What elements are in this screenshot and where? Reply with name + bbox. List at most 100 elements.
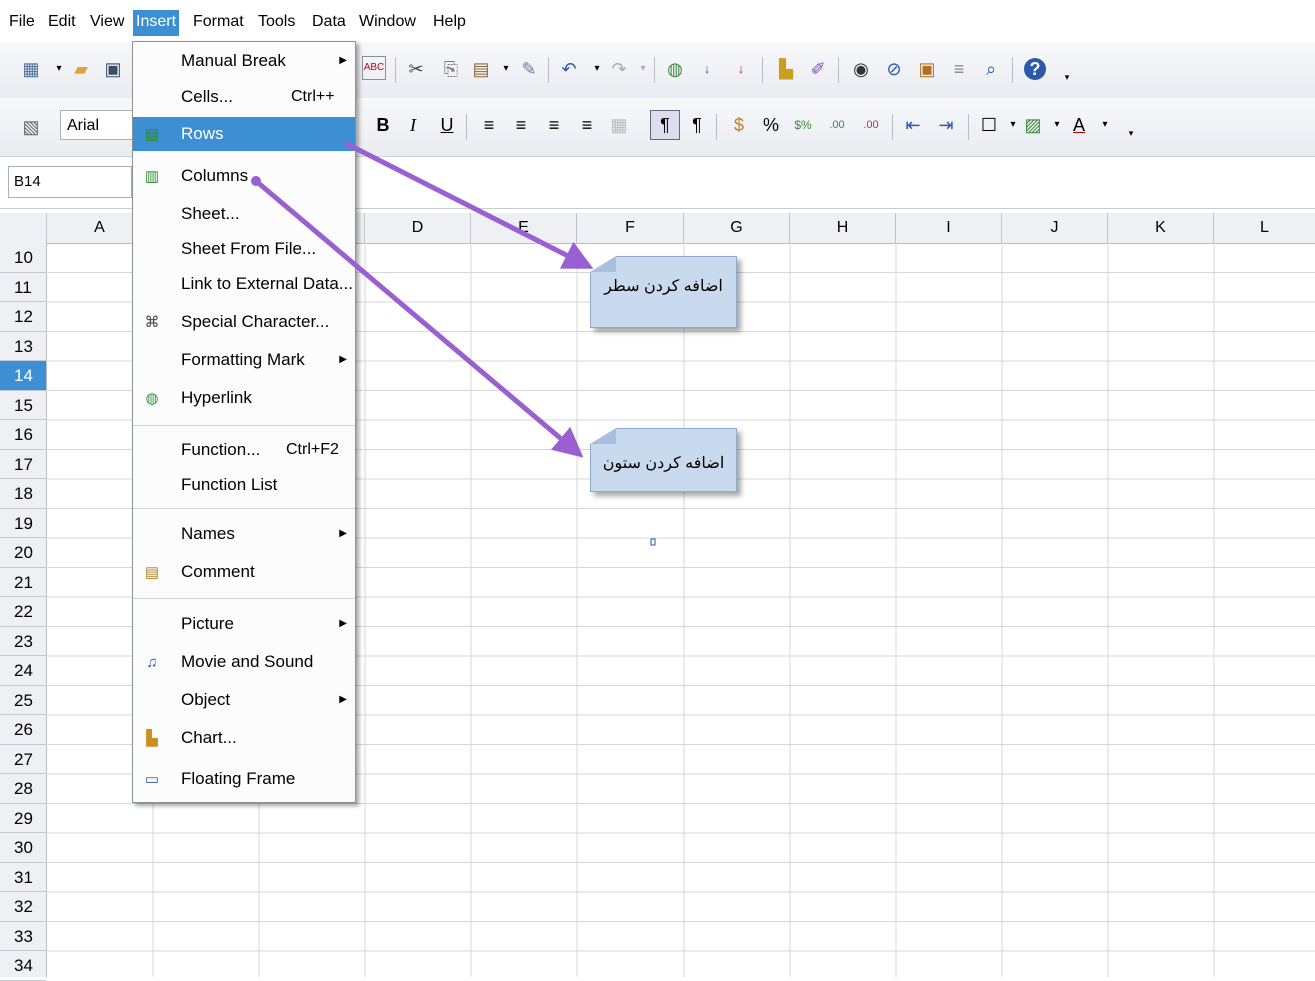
redo-dropdown-icon[interactable]: ▾	[632, 58, 654, 80]
row-header[interactable]: 29	[0, 804, 46, 833]
menu-item-sheet[interactable]: Sheet...	[133, 197, 355, 231]
background-color-dropdown-icon[interactable]: ▾	[1046, 114, 1068, 136]
menu-item-rows[interactable]: ▤ Rows	[133, 117, 355, 151]
font-color-dropdown-icon[interactable]: ▾	[1094, 114, 1116, 136]
percent-format-icon[interactable]: %	[760, 114, 782, 136]
copy-icon[interactable]: ⎘	[440, 58, 462, 80]
standard-format-icon[interactable]: $%	[792, 114, 814, 136]
background-color-icon[interactable]: ▨	[1022, 114, 1044, 136]
hyperlink-icon[interactable]: ◍	[664, 58, 686, 80]
navigator-icon[interactable]: ⊘	[883, 58, 905, 80]
redo-icon[interactable]: ↷	[608, 58, 630, 80]
gallery-icon[interactable]: ▣	[916, 58, 938, 80]
borders-dropdown-icon[interactable]: ▾	[1002, 114, 1024, 136]
menu-item-chart[interactable]: ▙ Chart...	[133, 721, 355, 755]
menu-edit[interactable]: Edit	[45, 10, 79, 36]
right-to-left-icon[interactable]: ¶	[686, 114, 708, 136]
left-to-right-icon[interactable]: ¶	[650, 110, 680, 140]
menu-data[interactable]: Data	[309, 10, 349, 36]
row-header[interactable]: 27	[0, 745, 46, 774]
data-sources-icon[interactable]: ≡	[948, 58, 970, 80]
menu-tools[interactable]: Tools	[255, 10, 298, 36]
column-header[interactable]: G	[684, 213, 790, 243]
menu-window[interactable]: Window	[356, 10, 419, 36]
menu-insert[interactable]: Insert	[133, 10, 180, 36]
column-header[interactable]: D	[365, 213, 471, 243]
menu-item-names[interactable]: Names ▶	[133, 517, 355, 551]
paste-icon[interactable]: ▤	[470, 58, 492, 80]
justify-icon[interactable]: ≡	[576, 114, 598, 136]
font-color-icon[interactable]: A	[1068, 114, 1090, 136]
underline-icon[interactable]: U	[436, 114, 458, 136]
row-header[interactable]: 16	[0, 420, 46, 450]
menu-item-hyperlink[interactable]: ◍ Hyperlink	[133, 381, 355, 415]
increase-indent-icon[interactable]: ⇥	[935, 114, 957, 136]
undo-dropdown-icon[interactable]: ▾	[586, 58, 608, 80]
row-header[interactable]: 33	[0, 922, 46, 951]
row-header[interactable]: 15	[0, 391, 46, 420]
zoom-icon[interactable]: ⌕	[980, 58, 1002, 80]
row-header[interactable]: 28	[0, 774, 46, 804]
menu-file[interactable]: File	[6, 10, 38, 36]
name-box[interactable]: B14	[8, 166, 132, 198]
row-header-active[interactable]: 14	[0, 361, 46, 391]
menu-item-object[interactable]: Object ▶	[133, 683, 355, 717]
menu-item-special-character[interactable]: ⌘ Special Character...	[133, 305, 355, 339]
bold-icon[interactable]: B	[372, 114, 394, 136]
menu-item-link-external-data[interactable]: Link to External Data...	[133, 267, 355, 301]
row-header[interactable]: 32	[0, 892, 46, 922]
font-name-box[interactable]: Arial	[60, 110, 135, 140]
menu-item-floating-frame[interactable]: ▭ Floating Frame	[133, 762, 355, 796]
menu-item-comment[interactable]: ▤ Comment	[133, 555, 355, 589]
row-header[interactable]: 26	[0, 715, 46, 745]
menu-item-cells[interactable]: Cells... Ctrl++	[133, 80, 355, 114]
menu-help[interactable]: Help	[430, 10, 469, 36]
save-icon[interactable]: ▣	[102, 58, 124, 80]
row-header[interactable]: 18	[0, 479, 46, 509]
row-header[interactable]: 23	[0, 627, 46, 656]
align-left-icon[interactable]: ≡	[478, 114, 500, 136]
styles-icon[interactable]: ▧	[20, 116, 42, 138]
menu-item-sheet-from-file[interactable]: Sheet From File...	[133, 232, 355, 266]
align-right-icon[interactable]: ≡	[543, 114, 565, 136]
help-icon[interactable]: ?	[1024, 58, 1046, 80]
row-header[interactable]: 17	[0, 450, 46, 479]
menu-item-columns[interactable]: ▥ Columns	[133, 159, 355, 193]
menu-item-function[interactable]: Function... Ctrl+F2	[133, 433, 355, 467]
new-dropdown-icon[interactable]: ▾	[48, 58, 70, 80]
menu-item-picture[interactable]: Picture ▶	[133, 607, 355, 641]
row-header[interactable]: 24	[0, 656, 46, 686]
add-decimal-icon[interactable]: .00	[826, 114, 848, 136]
row-header[interactable]: 31	[0, 863, 46, 892]
column-header[interactable]: H	[790, 213, 896, 243]
column-header[interactable]: L	[1214, 213, 1315, 243]
borders-icon[interactable]: ☐	[978, 114, 1000, 136]
sort-descending-icon[interactable]: ↓	[730, 58, 752, 80]
paste-dropdown-icon[interactable]: ▾	[495, 58, 517, 80]
row-header[interactable]: 12	[0, 302, 46, 332]
menu-item-movie-and-sound[interactable]: ♫ Movie and Sound	[133, 645, 355, 679]
menu-item-function-list[interactable]: Function List	[133, 468, 355, 502]
delete-decimal-icon[interactable]: .00	[860, 114, 882, 136]
clone-format-icon[interactable]: ✎	[518, 58, 540, 80]
column-header[interactable]: E	[471, 213, 577, 243]
menu-format[interactable]: Format	[190, 10, 247, 36]
new-document-icon[interactable]: ▦	[20, 58, 42, 80]
row-header[interactable]: 22	[0, 597, 46, 627]
find-replace-icon[interactable]: ◉	[850, 58, 872, 80]
column-header[interactable]: J	[1002, 213, 1108, 243]
align-center-icon[interactable]: ≡	[510, 114, 532, 136]
row-header[interactable]: 34	[0, 951, 46, 981]
column-header[interactable]: I	[896, 213, 1002, 243]
merge-cells-icon[interactable]: ▦	[608, 114, 630, 136]
undo-icon[interactable]: ↶	[558, 58, 580, 80]
menu-item-manual-break[interactable]: Manual Break ▶	[133, 44, 355, 78]
cut-icon[interactable]: ✂	[405, 58, 427, 80]
spellcheck-icon[interactable]: ABC	[362, 56, 386, 80]
italic-icon[interactable]: I	[402, 114, 424, 136]
row-header[interactable]: 13	[0, 332, 46, 361]
select-all-corner[interactable]	[0, 213, 47, 243]
menu-item-formatting-mark[interactable]: Formatting Mark ▶	[133, 343, 355, 377]
draw-functions-icon[interactable]: ✐	[807, 58, 829, 80]
open-folder-icon[interactable]: ▰	[70, 58, 92, 80]
